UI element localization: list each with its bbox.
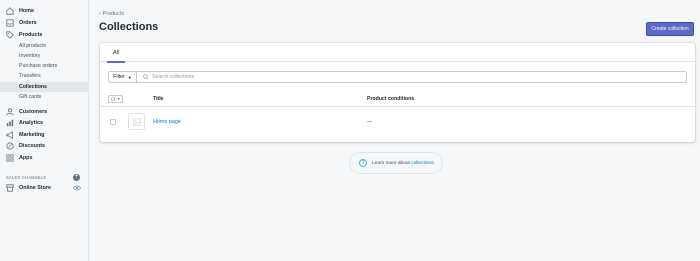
sidebar-item-label: Discounts (19, 143, 46, 149)
image-placeholder-icon (128, 113, 145, 130)
learn-more-callout: ? Learn more about collections. (349, 152, 443, 174)
sales-channels-heading: SALES CHANNELS (6, 175, 47, 180)
sidebar-subitem-inventory[interactable]: Inventory (0, 51, 89, 61)
megaphone-icon (6, 131, 14, 139)
sidebar-item-label: Home (19, 8, 34, 14)
sidebar-subitem-label: Gift cards (19, 94, 42, 100)
bar-chart-icon (6, 119, 14, 127)
sidebar-subitem-label: Purchase orders (19, 63, 58, 69)
sidebar-subitem-label: Transfers (19, 73, 41, 79)
sidebar-item-orders[interactable]: Orders (0, 17, 89, 29)
add-channel-icon[interactable]: + (73, 174, 80, 181)
page-title: Collections (99, 21, 159, 33)
filter-label: Filter (113, 74, 125, 80)
table-row[interactable]: Home page — (100, 109, 695, 136)
table-header: ▼ Title Product conditions (100, 91, 695, 107)
learn-more-collections-link[interactable]: collections (411, 161, 433, 166)
column-header-product-conditions: Product conditions (367, 96, 415, 102)
product-conditions-value: — (367, 119, 373, 125)
learn-more-prefix: Learn more about (372, 160, 410, 166)
sidebar-subitem-collections[interactable]: Collections (0, 82, 89, 92)
help-icon: ? (359, 159, 367, 167)
sidebar-item-label: Online Store (19, 185, 52, 191)
sidebar: Home Orders Products All products Invent… (0, 0, 89, 261)
sidebar-subitem-all-products[interactable]: All products (0, 41, 89, 51)
sidebar-subitem-purchase-orders[interactable]: Purchase orders (0, 61, 89, 71)
tab-all[interactable]: All (107, 43, 125, 63)
create-collection-button[interactable]: Create collection (646, 22, 694, 36)
sidebar-item-label: Customers (19, 109, 48, 115)
sidebar-subitem-label: All products (19, 43, 47, 49)
select-all-checkbox[interactable]: ▼ (108, 95, 123, 103)
sidebar-item-analytics[interactable]: Analytics (0, 117, 89, 129)
sidebar-item-home[interactable]: Home (0, 5, 89, 17)
sidebar-item-products[interactable]: Products (0, 29, 89, 41)
sidebar-item-discounts[interactable]: Discounts (0, 140, 89, 152)
discount-icon (6, 142, 14, 150)
learn-more-suffix: . (433, 160, 435, 166)
breadcrumb-label: Products (102, 11, 125, 17)
learn-more-text: Learn more about collections. (372, 161, 435, 166)
filter-button[interactable]: Filter ▼ (108, 71, 137, 83)
sidebar-item-label: Orders (19, 20, 37, 26)
sidebar-subitem-gift-cards[interactable]: Gift cards (0, 92, 89, 102)
sidebar-item-apps[interactable]: Apps (0, 152, 89, 164)
chevron-left-icon: ‹ (99, 11, 101, 17)
sidebar-item-label: Apps (19, 155, 33, 161)
sidebar-item-label: Marketing (19, 132, 45, 138)
sidebar-subitem-label: Inventory (19, 53, 41, 59)
person-icon (6, 108, 14, 116)
collection-link[interactable]: Home page (153, 119, 181, 125)
tag-icon (6, 31, 14, 39)
breadcrumb-products[interactable]: ‹ Products (99, 11, 124, 17)
tab-bar: All (100, 43, 695, 63)
sidebar-subitem-label: Collections (19, 84, 47, 90)
collections-card: All Filter ▼ ▼ Title Product conditions … (100, 43, 695, 142)
row-checkbox[interactable] (110, 119, 116, 125)
store-icon (6, 184, 14, 192)
sidebar-subitem-transfers[interactable]: Transfers (0, 71, 89, 81)
orders-icon (6, 19, 14, 27)
sidebar-item-label: Products (19, 32, 43, 38)
search-field[interactable] (137, 71, 687, 83)
search-icon (143, 74, 149, 80)
sidebar-item-label: Analytics (19, 120, 43, 126)
caret-down-icon: ▼ (117, 97, 121, 101)
caret-down-icon: ▼ (127, 74, 132, 80)
search-input[interactable] (152, 74, 652, 80)
checkbox-box (111, 97, 115, 101)
eye-icon[interactable] (73, 185, 81, 191)
apps-icon (6, 154, 14, 162)
home-icon (6, 7, 14, 15)
column-header-title[interactable]: Title (153, 96, 164, 102)
